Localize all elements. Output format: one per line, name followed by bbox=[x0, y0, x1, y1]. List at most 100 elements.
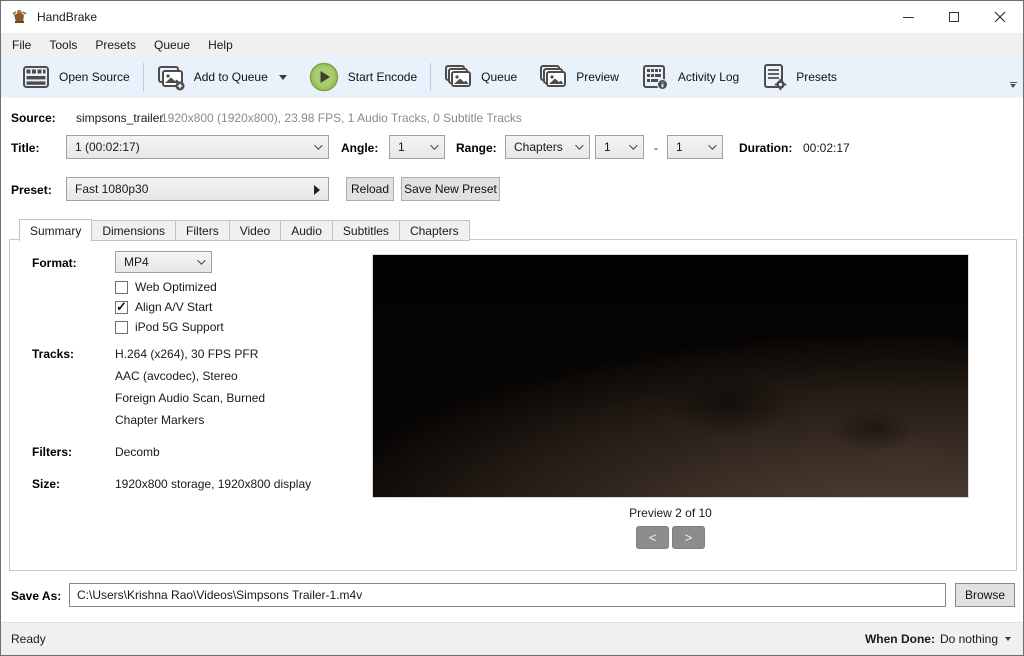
preview-button[interactable]: Preview bbox=[528, 56, 630, 98]
summary-panel: Format: MP4 Web Optimized Align A/V Star… bbox=[9, 239, 1017, 571]
chevron-down-icon bbox=[314, 141, 322, 149]
angle-select[interactable]: 1 bbox=[389, 135, 445, 159]
title-label: Title: bbox=[11, 141, 39, 155]
preview-label: Preview bbox=[576, 70, 619, 84]
source-label: Source: bbox=[11, 111, 56, 125]
status-bar: Ready When Done: Do nothing bbox=[1, 622, 1023, 655]
overflow-icon bbox=[1010, 82, 1017, 83]
status-text: Ready bbox=[11, 632, 46, 646]
menu-tools[interactable]: Tools bbox=[40, 35, 86, 55]
range-type-value: Chapters bbox=[514, 140, 563, 154]
track-audio: AAC (avcodec), Stereo bbox=[115, 369, 238, 383]
ipod-5g-support-checkbox[interactable] bbox=[115, 321, 128, 334]
tab-subtitles[interactable]: Subtitles bbox=[333, 220, 400, 241]
align-av-start-checkbox[interactable] bbox=[115, 301, 128, 314]
web-optimized-checkbox[interactable] bbox=[115, 281, 128, 294]
tab-dimensions[interactable]: Dimensions bbox=[92, 220, 176, 241]
save-as-input[interactable]: C:\Users\Krishna Rao\Videos\Simpsons Tra… bbox=[69, 583, 946, 607]
open-source-button[interactable]: Open Source bbox=[11, 56, 141, 98]
title-bar: HandBrake bbox=[1, 1, 1023, 33]
add-to-queue-icon bbox=[157, 63, 185, 91]
track-chapters: Chapter Markers bbox=[115, 413, 204, 427]
minimize-button[interactable] bbox=[885, 1, 931, 33]
align-av-start-option[interactable]: Align A/V Start bbox=[115, 300, 212, 314]
web-optimized-label: Web Optimized bbox=[135, 280, 217, 294]
preview-next-button[interactable]: > bbox=[672, 526, 705, 549]
title-select[interactable]: 1 (00:02:17) bbox=[66, 135, 329, 159]
queue-button[interactable]: Queue bbox=[433, 56, 528, 98]
chevron-down-icon bbox=[708, 141, 716, 149]
add-to-queue-dropdown-icon[interactable] bbox=[279, 75, 287, 80]
save-as-path: C:\Users\Krishna Rao\Videos\Simpsons Tra… bbox=[77, 588, 362, 602]
size-label: Size: bbox=[32, 477, 60, 491]
when-done-label: When Done: bbox=[865, 632, 935, 646]
range-to-value: 1 bbox=[676, 140, 683, 154]
ipod-5g-support-option[interactable]: iPod 5G Support bbox=[115, 320, 224, 334]
start-encode-icon bbox=[309, 62, 339, 92]
range-to-select[interactable]: 1 bbox=[667, 135, 723, 159]
queue-label: Queue bbox=[481, 70, 517, 84]
tab-summary[interactable]: Summary bbox=[19, 219, 92, 242]
window-title: HandBrake bbox=[37, 10, 97, 24]
source-details: 1920x800 (1920x800), 23.98 FPS, 1 Audio … bbox=[161, 111, 522, 125]
presets-icon bbox=[761, 63, 787, 91]
tab-video[interactable]: Video bbox=[230, 220, 281, 241]
size-value: 1920x800 storage, 1920x800 display bbox=[115, 477, 311, 491]
chevron-down-icon bbox=[629, 141, 637, 149]
activity-log-label: Activity Log bbox=[678, 70, 739, 84]
angle-select-value: 1 bbox=[398, 140, 405, 154]
start-encode-button[interactable]: Start Encode bbox=[298, 56, 428, 98]
filters-value: Decomb bbox=[115, 445, 160, 459]
tab-filters[interactable]: Filters bbox=[176, 220, 230, 241]
web-optimized-option[interactable]: Web Optimized bbox=[115, 280, 217, 294]
menu-presets[interactable]: Presets bbox=[86, 35, 145, 55]
preview-icon bbox=[539, 63, 567, 91]
when-done-value: Do nothing bbox=[940, 632, 998, 646]
maximize-button[interactable] bbox=[931, 1, 977, 33]
open-source-label: Open Source bbox=[59, 70, 130, 84]
activity-log-icon bbox=[641, 63, 669, 91]
chevron-down-icon bbox=[197, 256, 205, 264]
settings-tabs: Summary Dimensions Filters Video Audio S… bbox=[19, 218, 470, 241]
preset-select[interactable]: Fast 1080p30 bbox=[66, 177, 329, 201]
open-source-icon bbox=[22, 63, 50, 91]
save-as-label: Save As: bbox=[11, 589, 61, 603]
format-select[interactable]: MP4 bbox=[115, 251, 212, 273]
queue-icon bbox=[444, 63, 472, 91]
menu-queue[interactable]: Queue bbox=[145, 35, 199, 55]
reload-button[interactable]: Reload bbox=[346, 177, 394, 201]
range-from-value: 1 bbox=[604, 140, 611, 154]
minimize-icon bbox=[903, 17, 914, 18]
ipod-5g-support-label: iPod 5G Support bbox=[135, 320, 224, 334]
save-new-preset-button[interactable]: Save New Preset bbox=[401, 177, 500, 201]
preview-prev-button[interactable]: < bbox=[636, 526, 669, 549]
start-encode-label: Start Encode bbox=[348, 70, 417, 84]
range-from-select[interactable]: 1 bbox=[595, 135, 644, 159]
activity-log-button[interactable]: Activity Log bbox=[630, 56, 750, 98]
chevron-down-icon bbox=[575, 141, 583, 149]
tab-chapters[interactable]: Chapters bbox=[400, 220, 470, 241]
when-done-control[interactable]: When Done: Do nothing bbox=[865, 632, 1011, 646]
range-label: Range: bbox=[456, 141, 497, 155]
close-button[interactable] bbox=[977, 1, 1023, 33]
menu-help[interactable]: Help bbox=[199, 35, 242, 55]
presets-button[interactable]: Presets bbox=[750, 56, 848, 98]
preview-caption: Preview 2 of 10 bbox=[372, 506, 969, 520]
close-icon bbox=[994, 11, 1006, 23]
range-separator: - bbox=[654, 141, 658, 155]
maximize-icon bbox=[949, 12, 959, 22]
track-video: H.264 (x264), 30 FPS PFR bbox=[115, 347, 258, 361]
toolbar: Open Source Add to Queue Start Encode bbox=[1, 56, 1023, 98]
toolbar-separator bbox=[143, 63, 144, 91]
toolbar-overflow-button[interactable] bbox=[1007, 82, 1019, 94]
tab-audio[interactable]: Audio bbox=[281, 220, 333, 241]
title-select-value: 1 (00:02:17) bbox=[75, 140, 140, 154]
add-to-queue-button[interactable]: Add to Queue bbox=[146, 56, 298, 98]
source-name: simpsons_trailer bbox=[76, 111, 163, 125]
handbrake-logo-icon bbox=[11, 9, 29, 25]
range-type-select[interactable]: Chapters bbox=[505, 135, 590, 159]
chevron-down-icon bbox=[1010, 84, 1016, 88]
menu-file[interactable]: File bbox=[3, 35, 40, 55]
menu-bar: File Tools Presets Queue Help bbox=[1, 33, 1023, 56]
browse-button[interactable]: Browse bbox=[955, 583, 1015, 607]
